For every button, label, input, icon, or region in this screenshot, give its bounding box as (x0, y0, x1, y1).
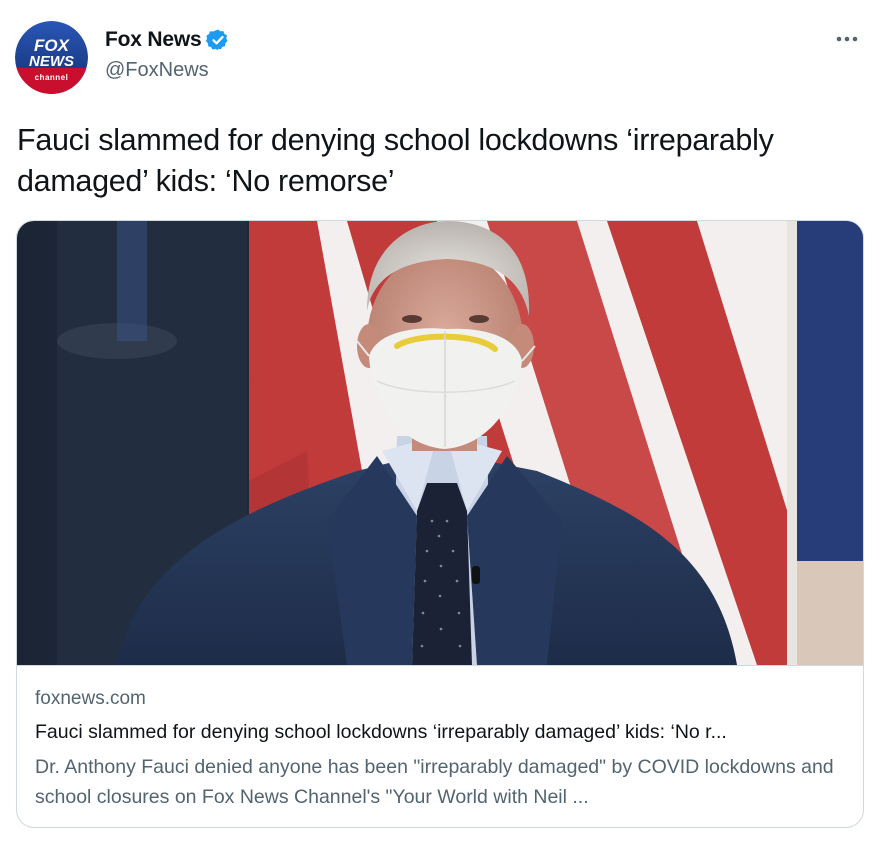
svg-text:channel: channel (35, 73, 69, 82)
photo-man-in-mask-before-flag (17, 221, 863, 665)
tweet: FOX NEWS channel Fox News @FoxNews Fauci… (0, 0, 880, 844)
card-image[interactable] (17, 221, 863, 665)
card-body[interactable]: foxnews.com Fauci slammed for denying sc… (17, 665, 863, 827)
more-horizontal-icon[interactable] (834, 26, 860, 52)
handle[interactable]: @FoxNews (105, 59, 209, 82)
author-name-row[interactable]: Fox News (105, 28, 230, 52)
fox-news-logo: FOX NEWS channel (15, 21, 88, 94)
avatar[interactable]: FOX NEWS channel (15, 21, 88, 94)
card-title: Fauci slammed for denying school lockdow… (35, 721, 727, 743)
card-description: Dr. Anthony Fauci denied anyone has been… (35, 756, 834, 808)
tweet-text: Fauci slammed for denying school lockdow… (17, 123, 774, 198)
display-name[interactable]: Fox News (105, 28, 202, 52)
card-domain: foxnews.com (35, 688, 146, 709)
svg-text:NEWS: NEWS (29, 53, 74, 70)
link-card[interactable]: foxnews.com Fauci slammed for denying sc… (16, 220, 864, 828)
verified-badge-icon (206, 28, 230, 52)
